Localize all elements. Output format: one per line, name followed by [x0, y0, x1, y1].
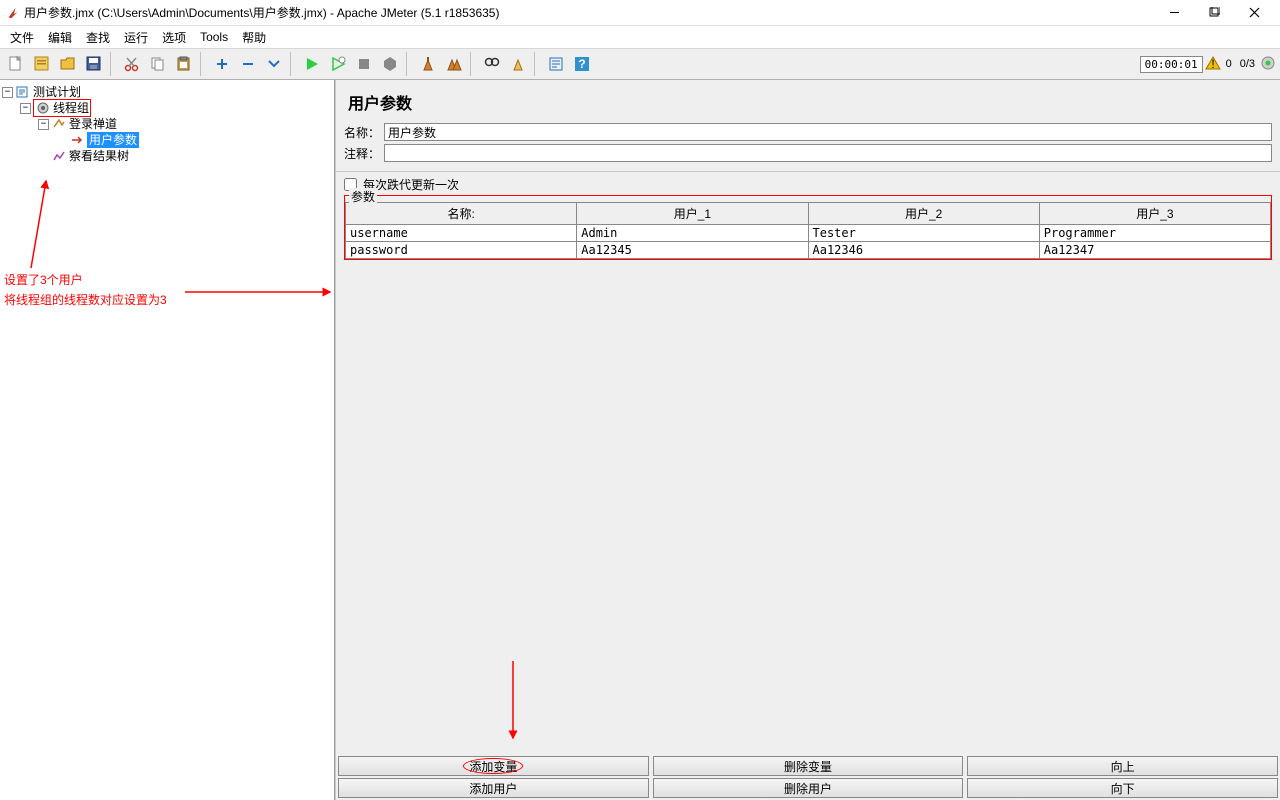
window-title: 用户参数.jmx (C:\Users\Admin\Documents\用户参数.…	[24, 4, 1154, 21]
search-icon[interactable]	[480, 52, 504, 76]
close-button[interactable]	[1234, 1, 1274, 25]
collapse-icon[interactable]: −	[2, 87, 13, 98]
tree-view-results[interactable]: 察看结果树	[38, 148, 332, 164]
minimize-button[interactable]	[1154, 1, 1194, 25]
listener-icon	[51, 148, 67, 164]
preprocessor-icon	[69, 132, 85, 148]
menu-search[interactable]: 查找	[80, 27, 116, 48]
error-count: 0	[1226, 58, 1232, 70]
col-user2[interactable]: 用户_2	[808, 203, 1039, 225]
http-sampler-icon	[51, 116, 67, 132]
tree-thread-group[interactable]: − 线程组	[20, 100, 332, 116]
annotation-arrow-2	[180, 280, 335, 310]
menu-edit[interactable]: 编辑	[42, 27, 78, 48]
empty-area	[336, 260, 1280, 756]
comment-label: 注释：	[344, 145, 384, 162]
move-down-button[interactable]: 向下	[967, 778, 1278, 798]
tree-sampler[interactable]: − 登录禅道	[38, 116, 332, 132]
toggle-icon[interactable]	[262, 52, 286, 76]
annotation-arrow-1	[26, 173, 56, 273]
testplan-icon	[15, 84, 31, 100]
save-icon[interactable]	[82, 52, 106, 76]
params-group: 参数 名称: 用户_1 用户_2 用户_3 usernameAdminTeste…	[344, 195, 1272, 260]
collapse-icon[interactable]	[236, 52, 260, 76]
shutdown-icon[interactable]	[378, 52, 402, 76]
open-icon[interactable]	[56, 52, 80, 76]
new-icon[interactable]	[4, 52, 28, 76]
name-input[interactable]	[384, 123, 1272, 141]
annotation-text: 设置了3个用户 将线程组的线程数对应设置为3	[4, 270, 167, 310]
clear-all-icon[interactable]	[442, 52, 466, 76]
delete-variable-button[interactable]: 删除变量	[653, 756, 964, 776]
table-row[interactable]: usernameAdminTesterProgrammer	[346, 225, 1271, 242]
menu-run[interactable]: 运行	[118, 27, 154, 48]
help-icon[interactable]: ?	[570, 52, 594, 76]
col-user1[interactable]: 用户_1	[577, 203, 808, 225]
tree-test-plan[interactable]: − 测试计划	[2, 84, 332, 100]
add-user-button[interactable]: 添加用户	[338, 778, 649, 798]
elapsed-time: 00:00:01	[1140, 56, 1203, 73]
run-icon[interactable]	[300, 52, 324, 76]
paste-icon[interactable]	[172, 52, 196, 76]
menu-help[interactable]: 帮助	[236, 27, 272, 48]
svg-text:!: !	[1211, 57, 1214, 71]
reset-search-icon[interactable]	[506, 52, 530, 76]
params-table[interactable]: 名称: 用户_1 用户_2 用户_3 usernameAdminTesterPr…	[345, 202, 1271, 259]
menu-bar: 文件 编辑 查找 运行 选项 Tools 帮助	[0, 26, 1280, 48]
menu-file[interactable]: 文件	[4, 27, 40, 48]
app-icon	[6, 6, 20, 20]
warning-icon: !	[1205, 55, 1221, 74]
threadgroup-icon	[35, 100, 51, 116]
panel-title: 用户参数	[336, 80, 1280, 120]
comment-input[interactable]	[384, 144, 1272, 162]
menu-tools[interactable]: Tools	[194, 28, 234, 46]
tree-pane: − 测试计划 − 线程组 − 登录禅道 用户参数	[0, 80, 335, 800]
threads-icon	[1260, 55, 1276, 74]
collapse-icon[interactable]: −	[20, 103, 31, 114]
col-user3[interactable]: 用户_3	[1039, 203, 1270, 225]
toolbar: ? 00:00:01 ! 0 0/3	[0, 48, 1280, 80]
editor-pane: 用户参数 名称： 注释： 每次跌代更新一次 参数 名称: 用户_1 用户_2	[335, 80, 1280, 800]
name-label: 名称：	[344, 124, 384, 141]
title-bar: 用户参数.jmx (C:\Users\Admin\Documents\用户参数.…	[0, 0, 1280, 26]
annotation-arrow-3	[501, 656, 531, 746]
clear-icon[interactable]	[416, 52, 440, 76]
copy-icon[interactable]	[146, 52, 170, 76]
menu-options[interactable]: 选项	[156, 27, 192, 48]
delete-user-button[interactable]: 删除用户	[653, 778, 964, 798]
svg-text:?: ?	[578, 57, 585, 71]
add-variable-button[interactable]: 添加变量	[338, 756, 649, 776]
maximize-button[interactable]	[1194, 1, 1234, 25]
update-per-iter-label: 每次跌代更新一次	[363, 176, 459, 193]
table-row[interactable]: passwordAa12345Aa12346Aa12347	[346, 242, 1271, 259]
thread-count: 0/3	[1240, 58, 1255, 70]
function-helper-icon[interactable]	[544, 52, 568, 76]
stop-icon[interactable]	[352, 52, 376, 76]
run-noTimers-icon[interactable]	[326, 52, 350, 76]
cut-icon[interactable]	[120, 52, 144, 76]
template-icon[interactable]	[30, 52, 54, 76]
expand-icon[interactable]	[210, 52, 234, 76]
move-up-button[interactable]: 向上	[967, 756, 1278, 776]
col-name[interactable]: 名称:	[346, 203, 577, 225]
collapse-icon[interactable]: −	[38, 119, 49, 130]
tree-user-params[interactable]: 用户参数	[56, 132, 332, 148]
